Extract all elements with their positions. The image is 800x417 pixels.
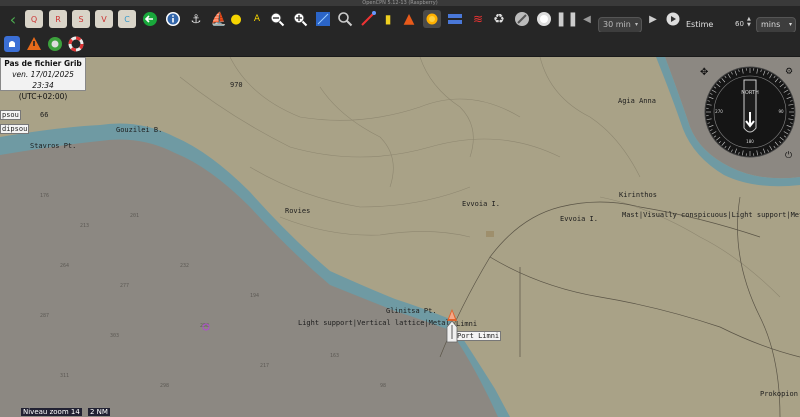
back-chevron-icon[interactable]: ‹: [4, 10, 22, 29]
place-label: Gouzilei B.: [116, 126, 163, 134]
svg-text:98: 98: [380, 383, 386, 389]
target-icon[interactable]: [46, 35, 64, 53]
chart-v-icon[interactable]: V: [95, 10, 113, 28]
svg-text:176: 176: [40, 193, 49, 199]
grib-info-box: Pas de fichier Grib ven. 17/01/2025 23:3…: [0, 57, 86, 101]
zoom-in-icon[interactable]: [291, 10, 309, 28]
main-toolbar: ‹ Q R S V C ⚓ ⛵ ● A ▮ ▲ ≋ ♻ ❚❚ ◀ 30 min ▾…: [0, 6, 800, 33]
up-arrow-icon[interactable]: ▲: [400, 10, 418, 28]
place-label: Evvoia I.: [560, 215, 598, 223]
compass-tick-label: 90: [778, 109, 784, 114]
svg-text:232: 232: [180, 263, 189, 269]
move-icon[interactable]: ✥: [700, 67, 708, 78]
svg-text:311: 311: [60, 373, 69, 379]
search-icon[interactable]: [336, 10, 354, 28]
units-select[interactable]: mins ▾: [756, 17, 796, 33]
svg-text:303: 303: [110, 333, 119, 339]
object-label: Light support|Vertical lattice|Metal: [298, 319, 450, 327]
building-marker: [486, 231, 494, 237]
play-icon[interactable]: [664, 10, 682, 28]
place-label: Kirinthos: [619, 191, 657, 199]
svg-text:277: 277: [120, 283, 129, 289]
object-label: Mast|Visually conspicuous|Light support|…: [622, 211, 800, 219]
plugin-toolbar: [0, 32, 800, 57]
lightbulb-icon[interactable]: ●: [227, 10, 245, 28]
place-label: Evvoia I.: [462, 200, 500, 208]
zoom-out-icon[interactable]: [268, 10, 286, 28]
grib-title: Pas de fichier Grib: [4, 59, 82, 68]
mode-label: Estime: [686, 20, 714, 29]
lifebuoy-icon[interactable]: [67, 35, 85, 53]
chart-canvas[interactable]: 176 213 201 264 277 232 287 303 258 194 311 298 …: [0, 57, 800, 417]
compass-tick-label: 180: [746, 139, 754, 144]
svg-text:213: 213: [80, 223, 89, 229]
chart-r-icon[interactable]: R: [49, 10, 67, 28]
step-back-icon[interactable]: ◀: [578, 10, 596, 28]
stepper-value[interactable]: 60: [735, 20, 744, 28]
place-label: Agia Anna: [618, 97, 656, 105]
chevron-down-icon: ▾: [634, 21, 638, 28]
refresh-icon[interactable]: ♻: [490, 10, 508, 28]
gps-icon[interactable]: ▮: [379, 10, 397, 28]
svg-text:201: 201: [130, 213, 139, 219]
compass-tick-label: 270: [715, 109, 723, 114]
place-label: Rovies: [285, 207, 311, 215]
power-icon[interactable]: ⏻: [785, 151, 792, 161]
grib-date: ven. 17/01/2025 23:34: [12, 70, 74, 90]
duration-select[interactable]: 30 min ▾: [598, 17, 642, 33]
step-forward-icon[interactable]: ▶: [644, 10, 662, 28]
pause-icon[interactable]: ❚❚: [555, 10, 578, 28]
alarm-bell-icon[interactable]: [3, 35, 21, 53]
svg-text:298: 298: [160, 383, 169, 389]
compass-north-label: NORTH: [741, 90, 759, 96]
follow-icon[interactable]: [141, 10, 159, 28]
place-label: psou: [0, 110, 21, 120]
scale-icon[interactable]: [314, 10, 332, 28]
sea-area: [0, 133, 500, 417]
duration-select-value: 30 min: [603, 20, 631, 29]
route-icon[interactable]: [359, 10, 377, 28]
chart-map[interactable]: 176213201 264277232 287303258 194311298 …: [0, 57, 800, 417]
place-label: dipsou: [0, 124, 30, 134]
scale-status: 2 NM: [88, 408, 110, 416]
record-icon[interactable]: [535, 10, 553, 28]
depth-label: 970: [230, 81, 243, 89]
layers-icon[interactable]: [446, 10, 464, 28]
warning-icon[interactable]: [25, 35, 43, 53]
svg-text:194: 194: [250, 293, 259, 299]
svg-text:287: 287: [40, 313, 49, 319]
zoom-status: Niveau zoom 14: [21, 408, 82, 416]
place-label: Glinitsa Pt.: [386, 307, 437, 315]
daylight-icon[interactable]: [423, 10, 441, 28]
chart-s-icon[interactable]: S: [72, 10, 90, 28]
units-select-value: mins: [761, 20, 781, 29]
own-ship-icon[interactable]: [444, 309, 460, 345]
chevron-down-icon: ▾: [788, 21, 792, 28]
svg-text:264: 264: [60, 263, 69, 269]
compass-dashboard[interactable]: NORTH 180 270 90: [704, 66, 796, 158]
svg-text:163: 163: [330, 353, 339, 359]
grib-timezone: (UTC+02:00): [18, 92, 68, 101]
sail-icon[interactable]: ⛵: [210, 10, 228, 28]
compass-icon[interactable]: [513, 10, 531, 28]
chart-c-icon[interactable]: C: [118, 10, 136, 28]
svg-text:217: 217: [260, 363, 269, 369]
place-label: Stavros Pt.: [30, 142, 77, 150]
place-label: Prokopion: [760, 390, 798, 398]
depth-label: 66: [40, 111, 49, 119]
stepper-arrows-icon[interactable]: ▲ ▼: [747, 16, 751, 28]
port-label[interactable]: Port Limni: [455, 331, 502, 341]
anchor-icon[interactable]: ⚓: [187, 10, 205, 28]
tide-icon[interactable]: ≋: [469, 10, 487, 28]
chart-q-icon[interactable]: Q: [25, 10, 43, 28]
settings-gear-icon[interactable]: ⚙: [785, 67, 793, 77]
info-icon[interactable]: [164, 10, 182, 28]
ais-icon[interactable]: A: [248, 10, 266, 28]
roads: [439, 196, 800, 417]
